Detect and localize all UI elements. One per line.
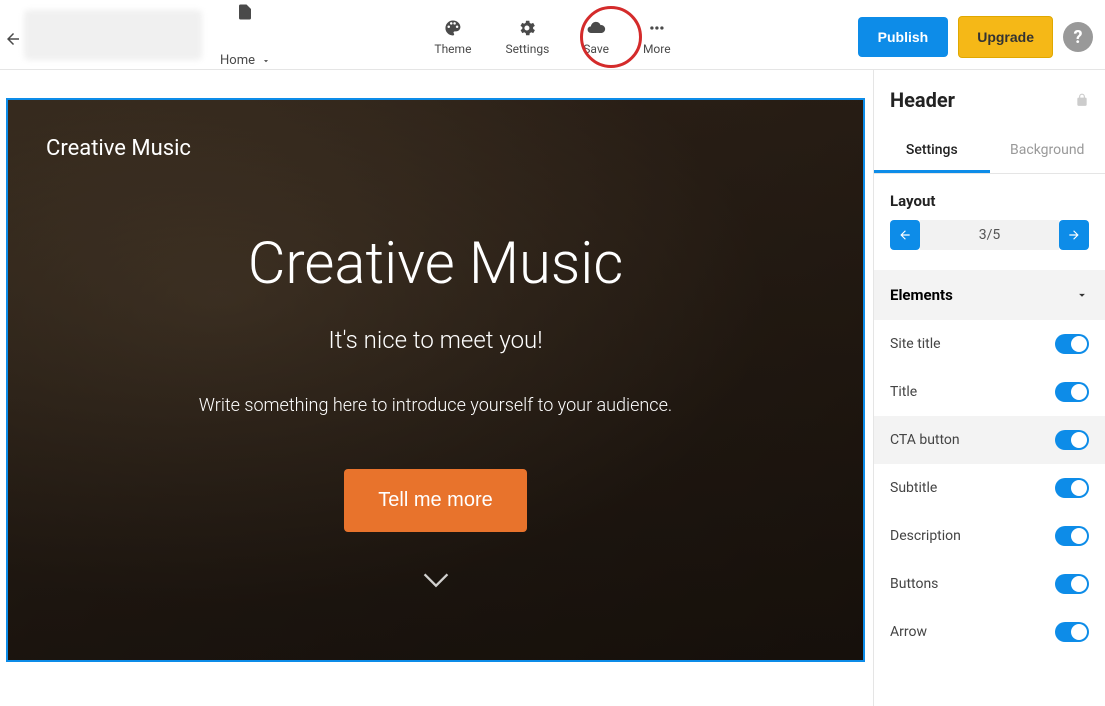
element-label: Arrow: [890, 624, 927, 640]
element-toggle[interactable]: [1055, 574, 1089, 594]
hero-subtitle[interactable]: It's nice to meet you!: [328, 326, 542, 354]
elements-label: Elements: [890, 286, 953, 304]
elements-header[interactable]: Elements: [874, 270, 1105, 320]
home-label: Home: [220, 53, 255, 68]
sidebar-title: Header: [890, 88, 955, 112]
site-title[interactable]: Creative Music: [46, 136, 191, 161]
cta-button[interactable]: Tell me more: [344, 469, 526, 532]
element-toggle[interactable]: [1055, 526, 1089, 546]
element-toggle[interactable]: [1055, 430, 1089, 450]
element-label: Subtitle: [890, 480, 937, 496]
more-label: More: [643, 42, 671, 56]
element-label: Description: [890, 528, 961, 544]
upgrade-button[interactable]: Upgrade: [958, 16, 1053, 58]
element-label: Buttons: [890, 576, 938, 592]
file-icon: [236, 1, 254, 23]
more-button[interactable]: More: [643, 18, 671, 56]
element-toggle[interactable]: [1055, 622, 1089, 642]
element-row[interactable]: Title: [874, 368, 1105, 416]
more-icon: [647, 18, 667, 38]
element-row[interactable]: Site title: [874, 320, 1105, 368]
element-label: Title: [890, 384, 917, 400]
layout-prev-button[interactable]: [890, 220, 920, 250]
actions-right: Publish Upgrade ?: [858, 16, 1093, 58]
main-area: Creative Music Creative Music It's nice …: [0, 70, 1105, 706]
layout-label: Layout: [874, 174, 1105, 220]
elements-list: Site title Title CTA button Subtitle Descrip…: [874, 320, 1105, 656]
lock-icon[interactable]: [1075, 92, 1089, 108]
theme-button[interactable]: Theme: [434, 18, 471, 56]
element-row[interactable]: Subtitle: [874, 464, 1105, 512]
help-icon[interactable]: ?: [1063, 22, 1093, 52]
hero-description[interactable]: Write something here to introduce yourse…: [199, 392, 672, 421]
logo-placeholder: [24, 10, 202, 60]
settings-label: Settings: [505, 42, 549, 56]
element-row[interactable]: CTA button: [874, 416, 1105, 464]
layout-next-button[interactable]: [1059, 220, 1089, 250]
hero-title[interactable]: Creative Music: [248, 230, 623, 298]
element-label: Site title: [890, 336, 941, 352]
back-arrow-icon[interactable]: [4, 30, 22, 52]
element-toggle[interactable]: [1055, 478, 1089, 498]
element-toggle[interactable]: [1055, 334, 1089, 354]
tab-background[interactable]: Background: [990, 130, 1105, 173]
element-toggle[interactable]: [1055, 382, 1089, 402]
header-section[interactable]: Creative Music Creative Music It's nice …: [6, 98, 865, 662]
properties-sidebar: Header Settings Background Layout 3/5 El…: [873, 70, 1105, 706]
save-highlight-circle: [580, 6, 642, 68]
theme-label: Theme: [434, 42, 471, 56]
gear-icon: [517, 18, 537, 38]
palette-icon: [443, 18, 463, 38]
arrow-down-icon[interactable]: [422, 572, 450, 588]
element-row[interactable]: Buttons: [874, 560, 1105, 608]
tab-settings[interactable]: Settings: [874, 130, 990, 173]
element-row[interactable]: Description: [874, 512, 1105, 560]
chevron-down-icon: [261, 56, 271, 66]
home-dropdown[interactable]: Home: [220, 1, 271, 68]
chevron-down-icon: [1075, 288, 1089, 302]
settings-button[interactable]: Settings: [505, 18, 549, 56]
element-label: CTA button: [890, 432, 960, 448]
top-toolbar: Home Theme Settings Save More Publish Up…: [0, 0, 1105, 70]
publish-button[interactable]: Publish: [858, 17, 949, 57]
sidebar-tabs: Settings Background: [874, 130, 1105, 174]
layout-counter: 3/5: [920, 220, 1059, 250]
editor-canvas: Creative Music Creative Music It's nice …: [0, 70, 873, 706]
layout-nav: 3/5: [874, 220, 1105, 250]
element-row[interactable]: Arrow: [874, 608, 1105, 656]
